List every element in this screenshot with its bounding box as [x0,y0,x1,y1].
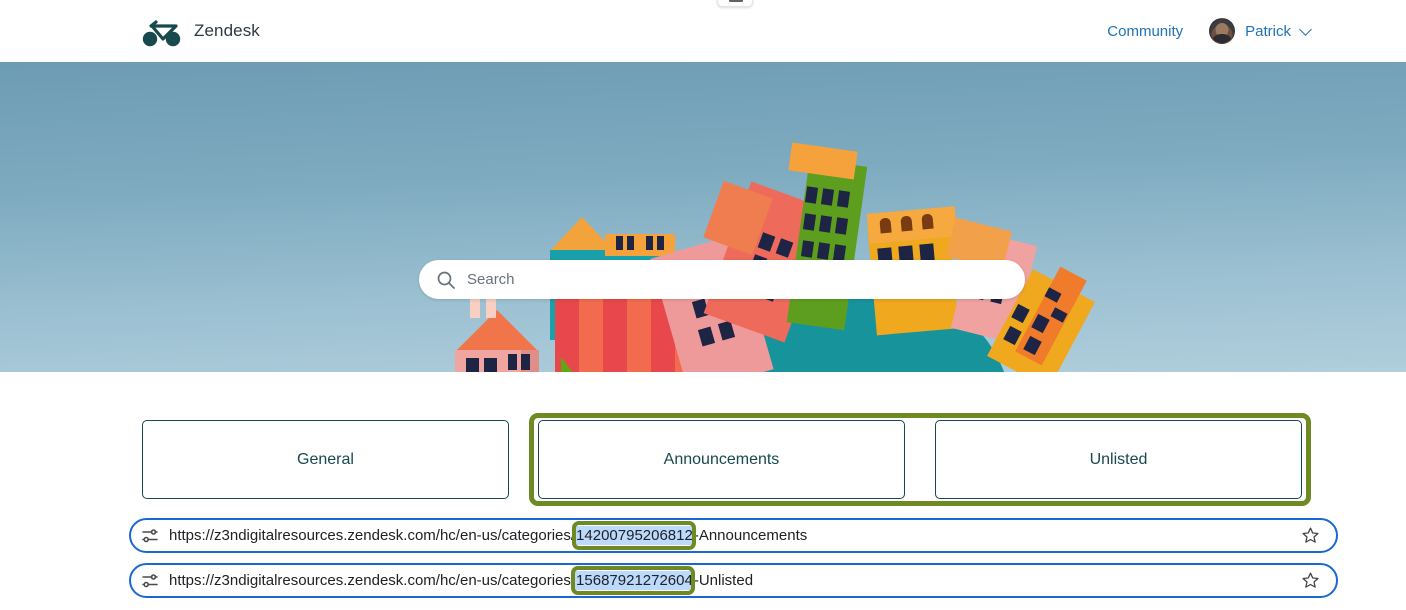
header-right-group: Community Patrick [1107,18,1310,44]
bookmark-star-icon[interactable] [1301,526,1320,545]
category-label: Unlisted [1090,451,1148,469]
url-suffix: -Unlisted [694,572,753,589]
search-icon [436,270,456,290]
category-button-unlisted[interactable]: Unlisted [935,420,1302,499]
zendesk-bike-logo-icon [142,14,182,48]
browser-chrome-nub [717,0,753,7]
url-suffix: -Announcements [694,527,807,544]
url-prefix: https://z3ndigitalresources.zendesk.com/… [169,572,575,589]
user-menu[interactable]: Patrick [1209,18,1310,44]
category-label: Announcements [664,451,780,469]
brand-block[interactable]: Zendesk [142,14,260,48]
url-text: https://z3ndigitalresources.zendesk.com/… [169,571,753,590]
search-box[interactable] [419,260,1025,299]
url-selected-id: 14200795206812 [575,526,694,545]
site-settings-tune-icon[interactable] [141,572,159,590]
search-input[interactable] [467,265,987,295]
chevron-down-icon [1299,23,1312,36]
url-bar-unlisted[interactable]: https://z3ndigitalresources.zendesk.com/… [129,563,1338,598]
paper-city-illustration [0,62,1406,372]
brand-name: Zendesk [194,21,260,41]
site-header: Zendesk Community Patrick [0,0,1406,62]
url-text: https://z3ndigitalresources.zendesk.com/… [169,526,807,545]
community-link[interactable]: Community [1107,23,1183,40]
category-label: General [297,451,354,469]
site-settings-tune-icon[interactable] [141,527,159,545]
category-button-announcements[interactable]: Announcements [538,420,905,499]
category-button-general[interactable]: General [142,420,509,499]
page-root: Zendesk Community Patrick [0,0,1406,610]
url-bar-announcements[interactable]: https://z3ndigitalresources.zendesk.com/… [129,518,1338,553]
url-selected-id: 15687921272604 [575,571,694,590]
user-name: Patrick [1245,23,1291,40]
bookmark-star-icon[interactable] [1301,571,1320,590]
avatar [1209,18,1235,44]
category-button-row: General Announcements Unlisted [0,420,1406,500]
url-prefix: https://z3ndigitalresources.zendesk.com/… [169,527,575,544]
hero-banner [0,62,1406,372]
